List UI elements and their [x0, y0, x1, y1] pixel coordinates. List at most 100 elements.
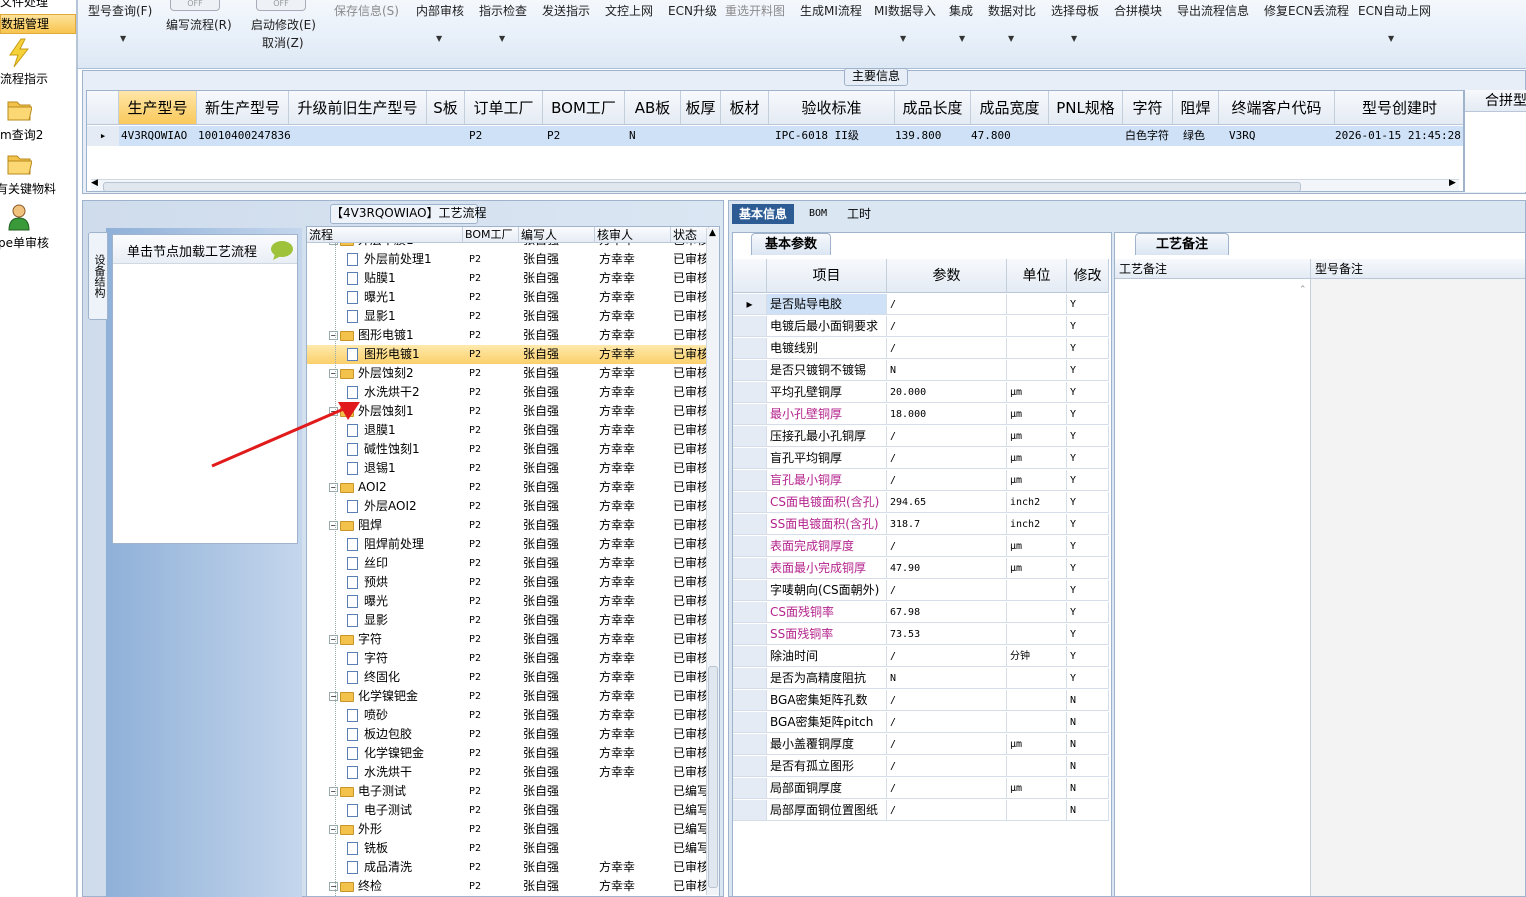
param-value[interactable]: N: [887, 668, 1007, 689]
tree-row[interactable]: − 阻焊 P2 张自强 方幸幸 已审核: [307, 516, 709, 535]
param-header[interactable]: 项目: [767, 259, 887, 293]
tree-row[interactable]: − 外层干膜1 P2 张自强方幸幸已审核: [307, 243, 709, 250]
chevron-up-icon[interactable]: ⌃: [1299, 285, 1307, 295]
scrollbar-thumb[interactable]: [103, 182, 1301, 191]
tree-node[interactable]: − 电子测试: [329, 782, 457, 801]
tree-row[interactable]: 贴膜1 P2 张自强 方幸幸 已审核: [307, 269, 709, 288]
tree-node[interactable]: 电子测试: [347, 801, 457, 820]
param-value[interactable]: /: [887, 470, 1007, 491]
ecn-auto-online-button[interactable]: ECN自动上网 ▼: [1358, 2, 1431, 43]
collapse-icon[interactable]: −: [329, 692, 338, 701]
vertical-scrollbar[interactable]: ▲: [706, 228, 719, 895]
model-query-button[interactable]: 型号查询(F) ▼: [88, 2, 152, 43]
param-row[interactable]: 表面完成铜厚度 / μm Y: [733, 536, 1109, 558]
tree-row[interactable]: − 外层蚀刻2 P2 张自强 方幸幸 已审核: [307, 364, 709, 383]
tree-row[interactable]: 曝光 P2 张自强 方幸幸 已审核: [307, 592, 709, 611]
save-info-button[interactable]: 保存信息(S): [334, 2, 399, 19]
tree-node[interactable]: − 外形: [329, 820, 457, 839]
param-row[interactable]: 是否为高精度阻抗 N Y: [733, 668, 1109, 690]
param-row[interactable]: 是否有孤立图形 / N: [733, 756, 1109, 778]
tree-node[interactable]: 成品清洗: [347, 858, 457, 877]
tree-node[interactable]: 曝光: [347, 592, 457, 611]
tree-node[interactable]: 显影1: [347, 307, 457, 326]
tree-node[interactable]: 铣板: [347, 839, 457, 858]
tree-row[interactable]: 阻焊前处理 P2 张自强 方幸幸 已审核: [307, 535, 709, 554]
tree-node[interactable]: − 化学镍钯金: [329, 687, 457, 706]
param-value[interactable]: 47.90: [887, 558, 1007, 579]
grid-header[interactable]: BOM工厂: [543, 91, 625, 125]
tree-node[interactable]: 终固化: [347, 668, 457, 687]
param-value[interactable]: 294.65: [887, 492, 1007, 513]
param-value[interactable]: /: [887, 778, 1007, 799]
tree-node[interactable]: 丝印: [347, 554, 457, 573]
write-flow-button[interactable]: 编写流程(R): [166, 16, 232, 33]
mi-data-import-button[interactable]: MI数据导入 ▼: [874, 2, 936, 43]
grid-header[interactable]: 订单工厂: [465, 91, 543, 125]
tree-row[interactable]: − 电子测试 P2 张自强 已编写: [307, 782, 709, 801]
tree-row[interactable]: 化学镍钯金 P2 张自强 方幸幸 已审核: [307, 744, 709, 763]
toggle-switch[interactable]: OFF: [256, 0, 306, 11]
param-row[interactable]: 除油时间 / 分钟 Y: [733, 646, 1109, 668]
param-row[interactable]: 表面最小完成铜厚 47.90 μm Y: [733, 558, 1109, 580]
param-value[interactable]: 73.53: [887, 624, 1007, 645]
tree-node[interactable]: − 阻焊: [329, 516, 457, 535]
tree-row[interactable]: 曝光1 P2 张自强 方幸幸 已审核: [307, 288, 709, 307]
instruction-check-button[interactable]: 指示检查 ▼: [479, 2, 527, 43]
tree-node[interactable]: 外层前处理1: [347, 250, 457, 269]
integrate-button[interactable]: 集成 ▼: [949, 2, 973, 43]
param-header[interactable]: 修改: [1067, 259, 1109, 293]
tree-row[interactable]: 成品清洗 P2 张自强 方幸幸 已审核: [307, 858, 709, 877]
nav-item-key-material[interactable]: 有关键物料: [0, 148, 76, 200]
model-remark-textarea[interactable]: [1311, 279, 1525, 896]
tree-header[interactable]: 流程: [307, 227, 463, 243]
tab-equipment-structure[interactable]: 设备结构: [88, 232, 108, 320]
tab-process-remark[interactable]: 工艺备注: [1135, 233, 1229, 255]
tree-row[interactable]: − 图形电镀1 P2 张自强 方幸幸 已审核: [307, 326, 709, 345]
tree-row[interactable]: 显影1 P2 张自强 方幸幸 已审核: [307, 307, 709, 326]
tree-row[interactable]: 丝印 P2 张自强 方幸幸 已审核: [307, 554, 709, 573]
tree-row[interactable]: 显影 P2 张自强 方幸幸 已审核: [307, 611, 709, 630]
tree-row[interactable]: − 终检 P2 张自强 方幸幸 已审核: [307, 877, 709, 896]
tree-header[interactable]: 编写人: [519, 227, 595, 243]
tree-row[interactable]: − 化学镍钯金 P2 张自强 方幸幸 已审核: [307, 687, 709, 706]
param-value[interactable]: /: [887, 338, 1007, 359]
grid-header[interactable]: 成品长度: [895, 91, 971, 125]
param-value[interactable]: N: [887, 360, 1007, 381]
tree-row[interactable]: 电子测试 P2 张自强 已编写: [307, 801, 709, 820]
grid-header[interactable]: 字符: [1123, 91, 1173, 125]
scrollbar-thumb[interactable]: [708, 666, 718, 888]
grid-header[interactable]: 新生产型号: [197, 91, 289, 125]
param-row[interactable]: 盲孔最小铜厚 / μm Y: [733, 470, 1109, 492]
tree-row[interactable]: 图形电镀1 P2 张自强 方幸幸 已审核: [307, 345, 709, 364]
param-row[interactable]: 电镀后最小面铜要求 / Y: [733, 316, 1109, 338]
param-row[interactable]: BGA密集矩阵pitch / N: [733, 712, 1109, 734]
grid-header[interactable]: 阻焊: [1173, 91, 1219, 125]
export-flow-button[interactable]: 导出流程信息: [1177, 2, 1249, 19]
param-row[interactable]: CS面残铜率 67.98 Y: [733, 602, 1109, 624]
tree-row[interactable]: 铣板 P2 张自强 已编写: [307, 839, 709, 858]
fix-ecn-flow-button[interactable]: 修复ECN丢流程: [1264, 2, 1349, 19]
tree-node[interactable]: 图形电镀1: [347, 345, 457, 364]
tree-row[interactable]: 板边包胶 P2 张自强 方幸幸 已审核: [307, 725, 709, 744]
cancel-button[interactable]: 取消(Z): [262, 34, 304, 51]
tree-node[interactable]: 字符: [347, 649, 457, 668]
doc-online-button[interactable]: 文控上网: [605, 2, 653, 19]
grid-header[interactable]: PNL规格: [1049, 91, 1123, 125]
param-row[interactable]: 盲孔平均铜厚 / μm Y: [733, 448, 1109, 470]
grid-header[interactable]: 板材: [721, 91, 769, 125]
param-value[interactable]: /: [887, 800, 1007, 821]
select-mother-board-button[interactable]: 选择母板 ▼: [1051, 2, 1099, 43]
reselect-material-button[interactable]: 重选开料图: [725, 2, 785, 19]
tree-row[interactable]: 外层前处理1 P2 张自强 方幸幸 已审核: [307, 250, 709, 269]
param-row[interactable]: 是否只镀铜不镀锡 N Y: [733, 360, 1109, 382]
param-value[interactable]: 67.98: [887, 602, 1007, 623]
tree-node[interactable]: − 字符: [329, 630, 457, 649]
param-value[interactable]: /: [887, 712, 1007, 733]
chevron-up-icon[interactable]: ▲: [709, 228, 716, 238]
param-row[interactable]: 局部面铜厚度 / μm N: [733, 778, 1109, 800]
param-row[interactable]: 平均孔壁铜厚 20.000 μm Y: [733, 382, 1109, 404]
tree-header[interactable]: BOM工厂: [463, 227, 519, 243]
chevron-left-icon[interactable]: ◀: [91, 178, 98, 188]
tree-row[interactable]: − 字符 P2 张自强 方幸幸 已审核: [307, 630, 709, 649]
tab-basic-params[interactable]: 基本参数: [751, 233, 831, 255]
